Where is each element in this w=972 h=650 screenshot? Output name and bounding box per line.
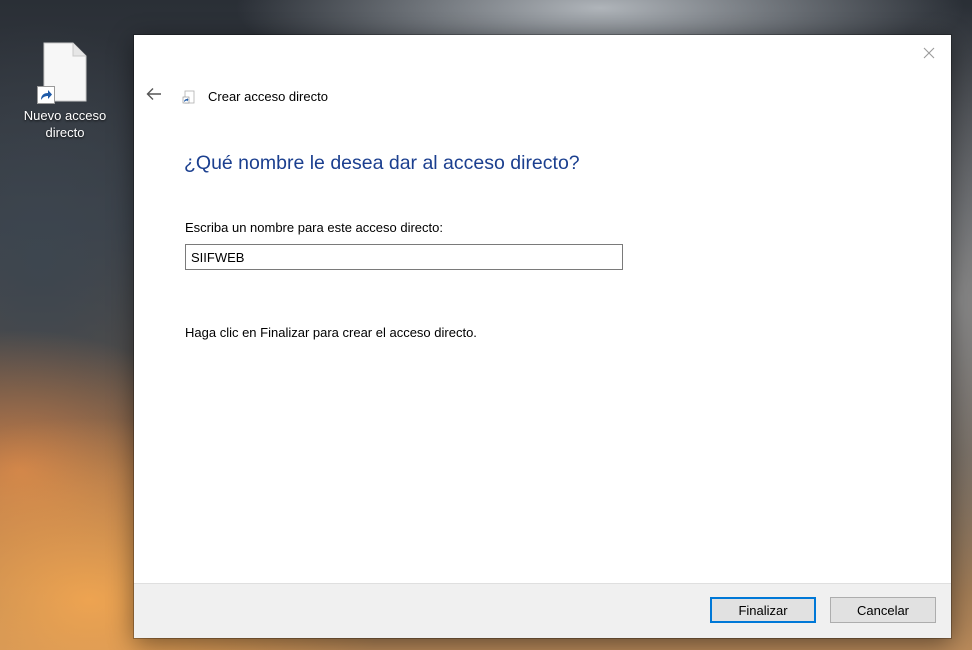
dialog-footer: Finalizar Cancelar [134,583,951,638]
shortcut-arrow-icon [37,86,55,104]
close-button[interactable] [907,35,951,71]
desktop-shortcut-label: Nuevo acceso directo [23,108,107,140]
wizard-header: Crear acceso directo [182,89,328,104]
back-arrow-icon [146,88,161,100]
finish-button[interactable]: Finalizar [710,597,816,623]
desktop-shortcut-item[interactable]: Nuevo acceso directo [14,42,116,141]
page-heading: ¿Qué nombre le desea dar al acceso direc… [184,152,580,174]
cancel-button[interactable]: Cancelar [830,597,936,623]
shortcut-name-input[interactable] [185,244,623,270]
name-field-label: Escriba un nombre para este acceso direc… [185,220,443,235]
file-shortcut-icon [37,42,87,104]
close-icon [923,47,935,59]
back-button[interactable] [143,83,165,105]
instruction-text: Haga clic en Finalizar para crear el acc… [185,325,477,340]
wizard-title: Crear acceso directo [208,89,328,104]
shortcut-small-icon [182,90,195,103]
create-shortcut-dialog: Crear acceso directo ¿Qué nombre le dese… [134,35,951,638]
